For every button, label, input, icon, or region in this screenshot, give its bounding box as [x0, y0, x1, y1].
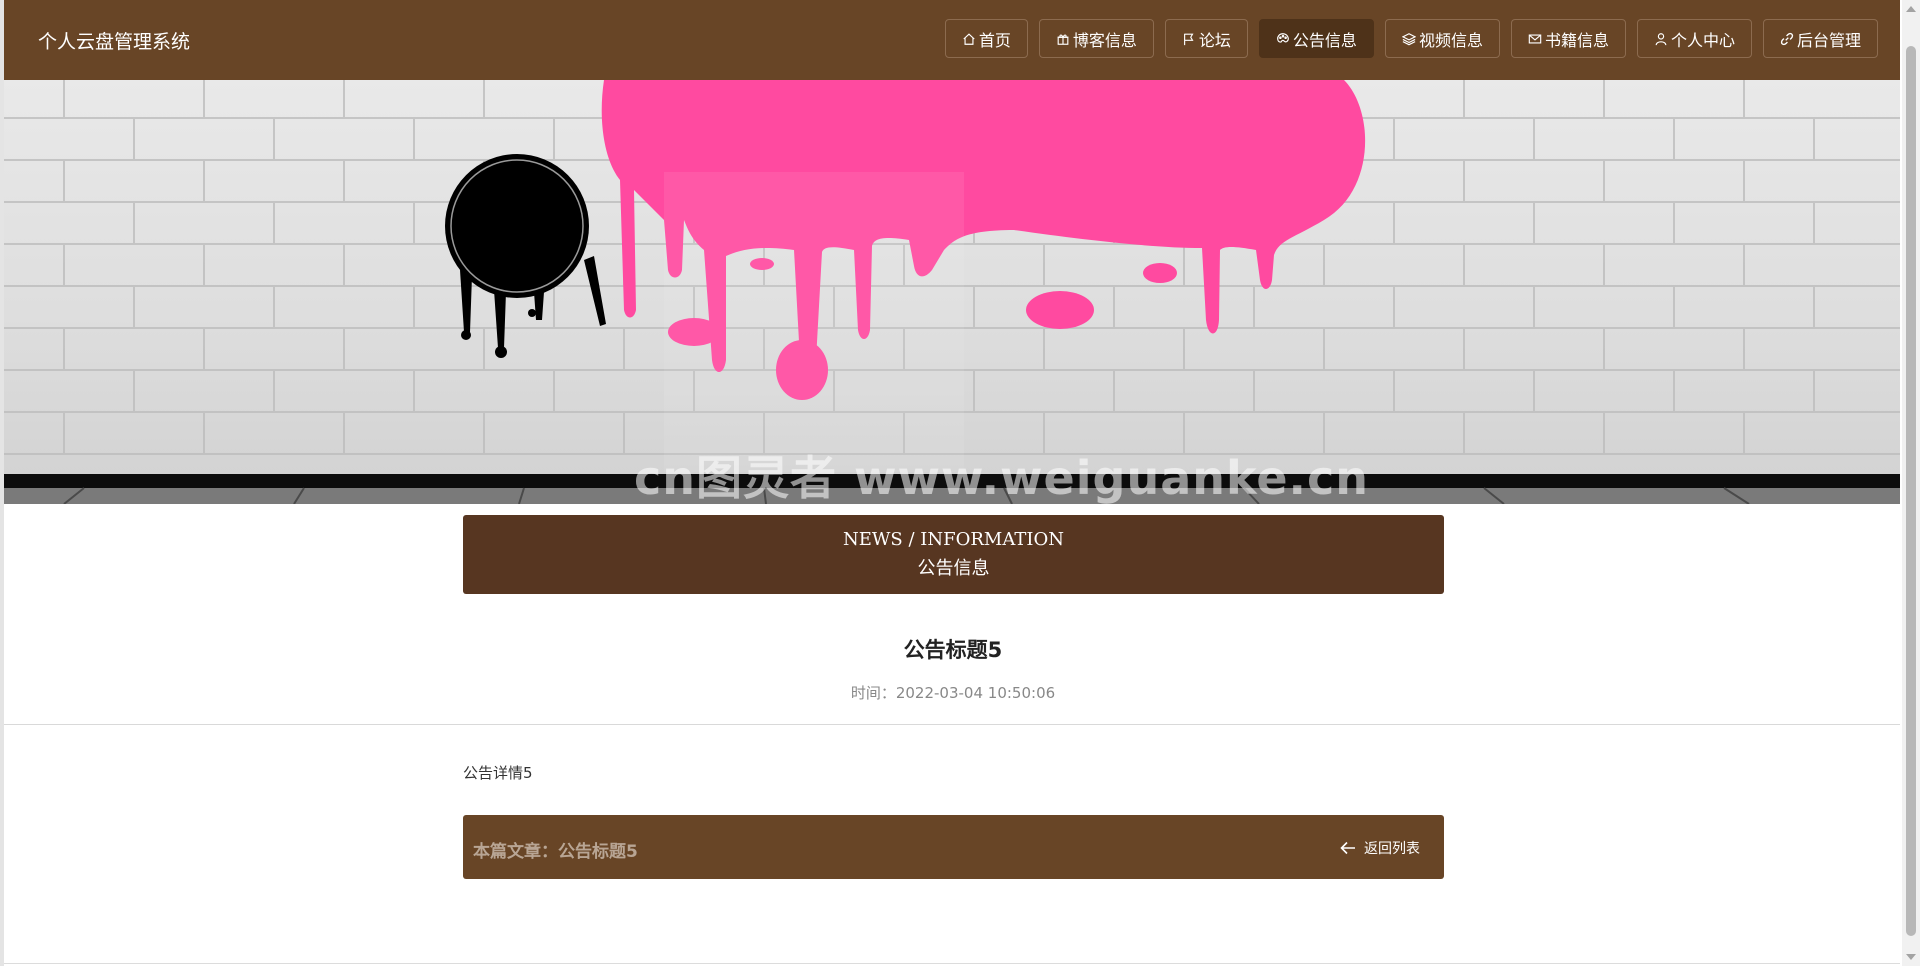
arrow-left-icon: [1340, 841, 1355, 855]
page-bottom-line: [4, 963, 1900, 964]
back-to-list-label: 返回列表: [1364, 841, 1420, 857]
vertical-scrollbar[interactable]: [1902, 0, 1920, 966]
nav-item-label: 公告信息: [1292, 30, 1357, 50]
nav-item-profile[interactable]: 个人中心: [1636, 19, 1752, 58]
top-header: 个人云盘管理系统 首页 博客信息 论坛 公告信息 视频信息 书籍信息 个人中心: [4, 0, 1900, 80]
nav-item-label: 视频信息: [1418, 30, 1483, 50]
nav-item-video[interactable]: 视频信息: [1384, 19, 1500, 58]
banner-watermark: cn图灵者 www.weiguanke.cn: [634, 451, 1370, 504]
section-title-en: NEWS / INFORMATION: [843, 529, 1064, 550]
graffiti-wall-image: [4, 80, 1900, 504]
back-to-list-button[interactable]: 返回列表: [1340, 838, 1420, 858]
nav-item-admin[interactable]: 后台管理: [1762, 19, 1878, 58]
nav-item-label: 博客信息: [1072, 30, 1137, 50]
nav-item-books[interactable]: 书籍信息: [1510, 19, 1626, 58]
nav-item-label: 个人中心: [1670, 30, 1735, 50]
article-time: 时间：2022-03-04 10:50:06: [850, 684, 1056, 702]
home-icon: [963, 32, 975, 45]
nav-item-label: 后台管理: [1796, 30, 1861, 50]
section-header: NEWS / INFORMATION 公告信息: [463, 515, 1444, 594]
scroll-up-arrow-icon[interactable]: [1906, 6, 1916, 12]
hero-banner: cn图灵者 www.weiguanke.cn: [4, 80, 1900, 504]
nav-item-blog[interactable]: 博客信息: [1038, 19, 1154, 58]
link-icon: [1780, 32, 1794, 45]
article-body: 公告详情5: [463, 764, 533, 782]
palette-icon: [1277, 32, 1289, 43]
layers-icon: [1401, 32, 1416, 45]
article-footer-bar: 本篇文章：公告标题5 返回列表: [463, 815, 1444, 879]
nav-item-forum[interactable]: 论坛: [1164, 19, 1248, 58]
nav-item-label: 论坛: [1198, 30, 1231, 50]
nav-item-notice[interactable]: 公告信息: [1258, 19, 1374, 58]
flag-icon: [1183, 33, 1194, 45]
nav-item-label: 首页: [978, 30, 1011, 50]
scroll-down-arrow-icon[interactable]: [1906, 954, 1916, 960]
nav-item-label: 书籍信息: [1544, 30, 1609, 50]
mail-icon: [1528, 33, 1542, 44]
current-article-label: 本篇文章：公告标题5: [473, 842, 638, 862]
section-title-cn: 公告信息: [917, 558, 990, 579]
site-title: 个人云盘管理系统: [38, 31, 191, 53]
main-nav: 首页 博客信息 论坛 公告信息 视频信息 书籍信息 个人中心 后台管理: [944, 19, 1878, 58]
nav-item-home[interactable]: 首页: [944, 19, 1028, 58]
user-icon: [1655, 32, 1667, 45]
scrollbar-thumb[interactable]: [1906, 46, 1916, 936]
divider: [4, 724, 1900, 725]
article-title: 公告标题5: [903, 638, 1003, 662]
gift-icon: [1057, 34, 1069, 45]
